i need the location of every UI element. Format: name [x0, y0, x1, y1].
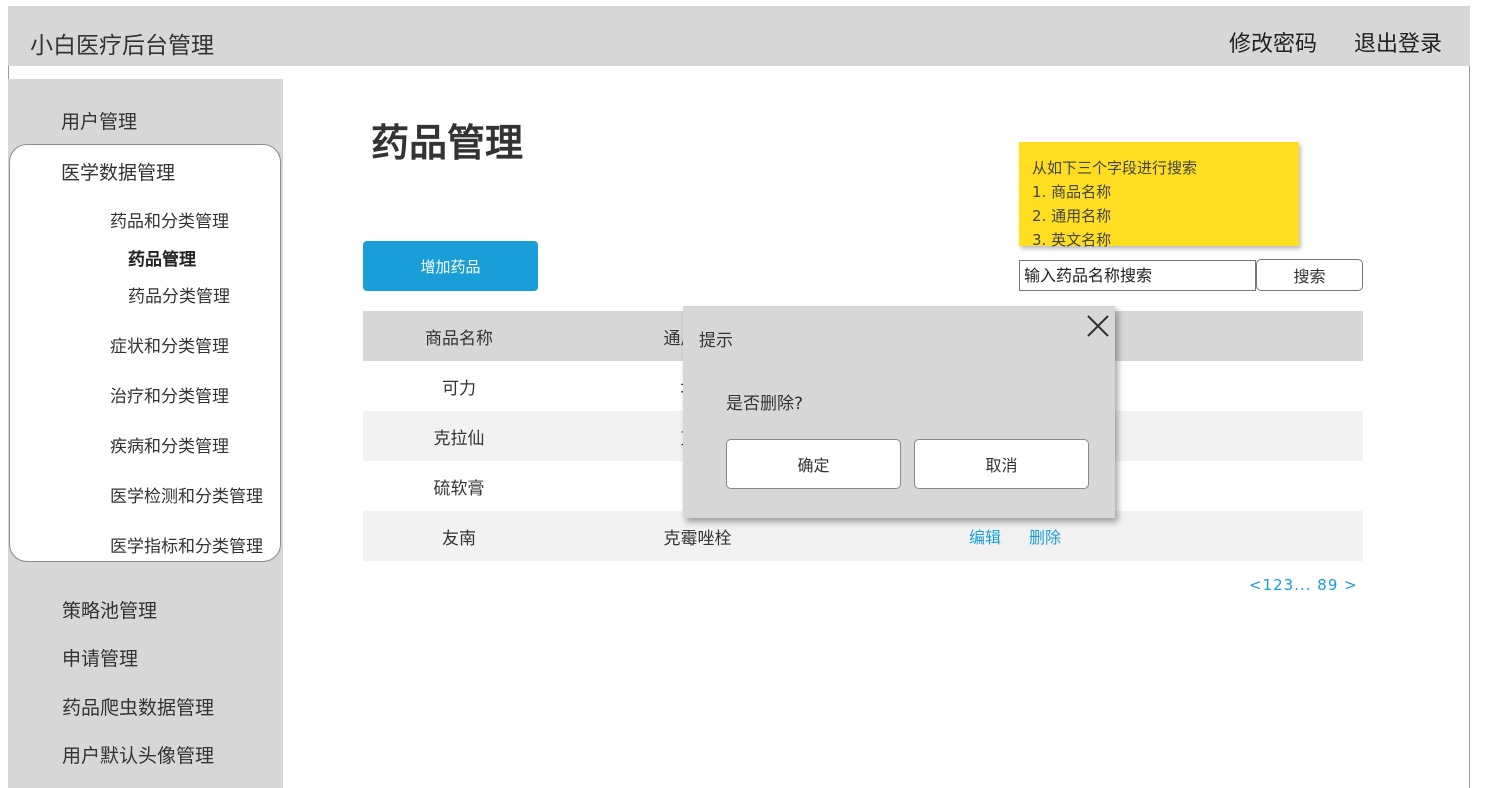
- dialog-message: 是否删除?: [726, 394, 804, 414]
- sidebar-subitem-drug-classification[interactable]: 药品分类管理: [128, 282, 230, 307]
- sidebar-item-default-avatar[interactable]: 用户默认头像管理: [62, 741, 214, 768]
- logout-link[interactable]: 退出登录: [1354, 26, 1442, 58]
- cell-trade-name: 友南: [442, 528, 476, 549]
- add-drug-button[interactable]: 增加药品: [363, 241, 538, 291]
- table-row: 友南 克霉唑栓 编辑 删除: [363, 511, 1363, 561]
- sidebar-subitem-drug-category[interactable]: 药品和分类管理: [110, 207, 229, 232]
- search-hint-note: 从如下三个字段进行搜索 1. 商品名称 2. 通用名称 3. 英文名称: [1019, 142, 1299, 249]
- sidebar-subitem-disease[interactable]: 疾病和分类管理: [110, 432, 229, 457]
- confirm-button[interactable]: 确定: [726, 439, 901, 489]
- sidebar-subitem-symptom[interactable]: 症状和分类管理: [110, 332, 229, 357]
- delete-link[interactable]: 删除: [1029, 524, 1061, 548]
- note-heading: 从如下三个字段进行搜索: [1032, 159, 1198, 177]
- confirm-delete-dialog: 提示 是否删除? 确定 取消: [683, 306, 1115, 518]
- sidebar-item-user-management[interactable]: 用户管理: [61, 107, 137, 134]
- dialog-title: 提示: [699, 331, 733, 351]
- app-title: 小白医疗后台管理: [30, 33, 214, 59]
- change-password-link[interactable]: 修改密码: [1229, 26, 1317, 58]
- sidebar-subitem-treatment[interactable]: 治疗和分类管理: [110, 382, 229, 407]
- sidebar-item-crawler-data[interactable]: 药品爬虫数据管理: [62, 693, 214, 720]
- page-title: 药品管理: [371, 121, 524, 165]
- sidebar-item-applications[interactable]: 申请管理: [62, 644, 138, 671]
- note-line: 3. 英文名称: [1032, 231, 1112, 249]
- sidebar-item-strategy-pool[interactable]: 策略池管理: [62, 596, 157, 623]
- sidebar-item-medical-data[interactable]: 医学数据管理: [61, 158, 175, 185]
- search-input[interactable]: [1019, 260, 1256, 291]
- search-button[interactable]: 搜索: [1256, 259, 1363, 291]
- sidebar-subitem-drug-management[interactable]: 药品管理: [128, 245, 196, 270]
- cancel-button[interactable]: 取消: [914, 439, 1089, 489]
- cell-trade-name: 可力: [442, 378, 476, 399]
- close-icon[interactable]: [1086, 314, 1110, 338]
- cell-generic-name: 克霉唑栓: [663, 528, 732, 549]
- note-line: 1. 商品名称: [1032, 183, 1112, 201]
- note-line: 2. 通用名称: [1032, 207, 1112, 225]
- column-header-trade-name: 商品名称: [425, 328, 493, 349]
- pagination[interactable]: <123... 89 >: [1249, 576, 1358, 594]
- sidebar-subitem-medical-test[interactable]: 医学检测和分类管理: [110, 482, 263, 507]
- cell-trade-name: 克拉仙: [433, 428, 485, 449]
- top-header: 小白医疗后台管理 修改密码 退出登录: [8, 6, 1470, 66]
- sidebar-subitem-medical-indicator[interactable]: 医学指标和分类管理: [110, 532, 263, 557]
- edit-link[interactable]: 编辑: [969, 524, 1001, 548]
- cell-trade-name: 硫软膏: [433, 478, 485, 499]
- cell-actions: 编辑 删除: [840, 511, 1190, 561]
